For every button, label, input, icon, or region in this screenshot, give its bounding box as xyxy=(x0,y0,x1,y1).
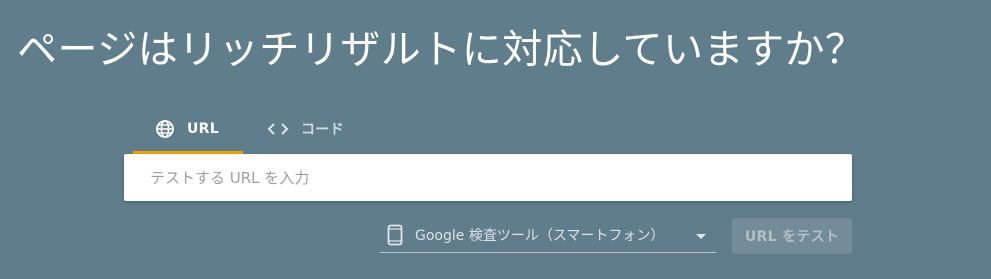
tab-bar: URL コード xyxy=(133,106,368,154)
test-url-button[interactable]: URL をテスト xyxy=(732,218,852,254)
page-title: ページはリッチリザルトに対応していますか？ xyxy=(17,27,866,73)
tab-code-label: コード xyxy=(300,121,344,138)
tab-url-label: URL xyxy=(187,120,219,137)
code-icon xyxy=(267,121,289,137)
chevron-down-icon xyxy=(696,234,706,239)
smartphone-icon xyxy=(387,224,403,246)
globe-icon xyxy=(155,119,175,139)
url-input[interactable] xyxy=(148,167,832,188)
tab-code[interactable]: コード xyxy=(243,106,368,154)
device-select[interactable]: Google 検査ツール（スマートフォン） xyxy=(380,218,716,253)
url-field-container xyxy=(124,154,852,201)
device-select-value: Google 検査ツール（スマートフォン） xyxy=(415,228,665,244)
tab-url[interactable]: URL xyxy=(133,106,243,154)
